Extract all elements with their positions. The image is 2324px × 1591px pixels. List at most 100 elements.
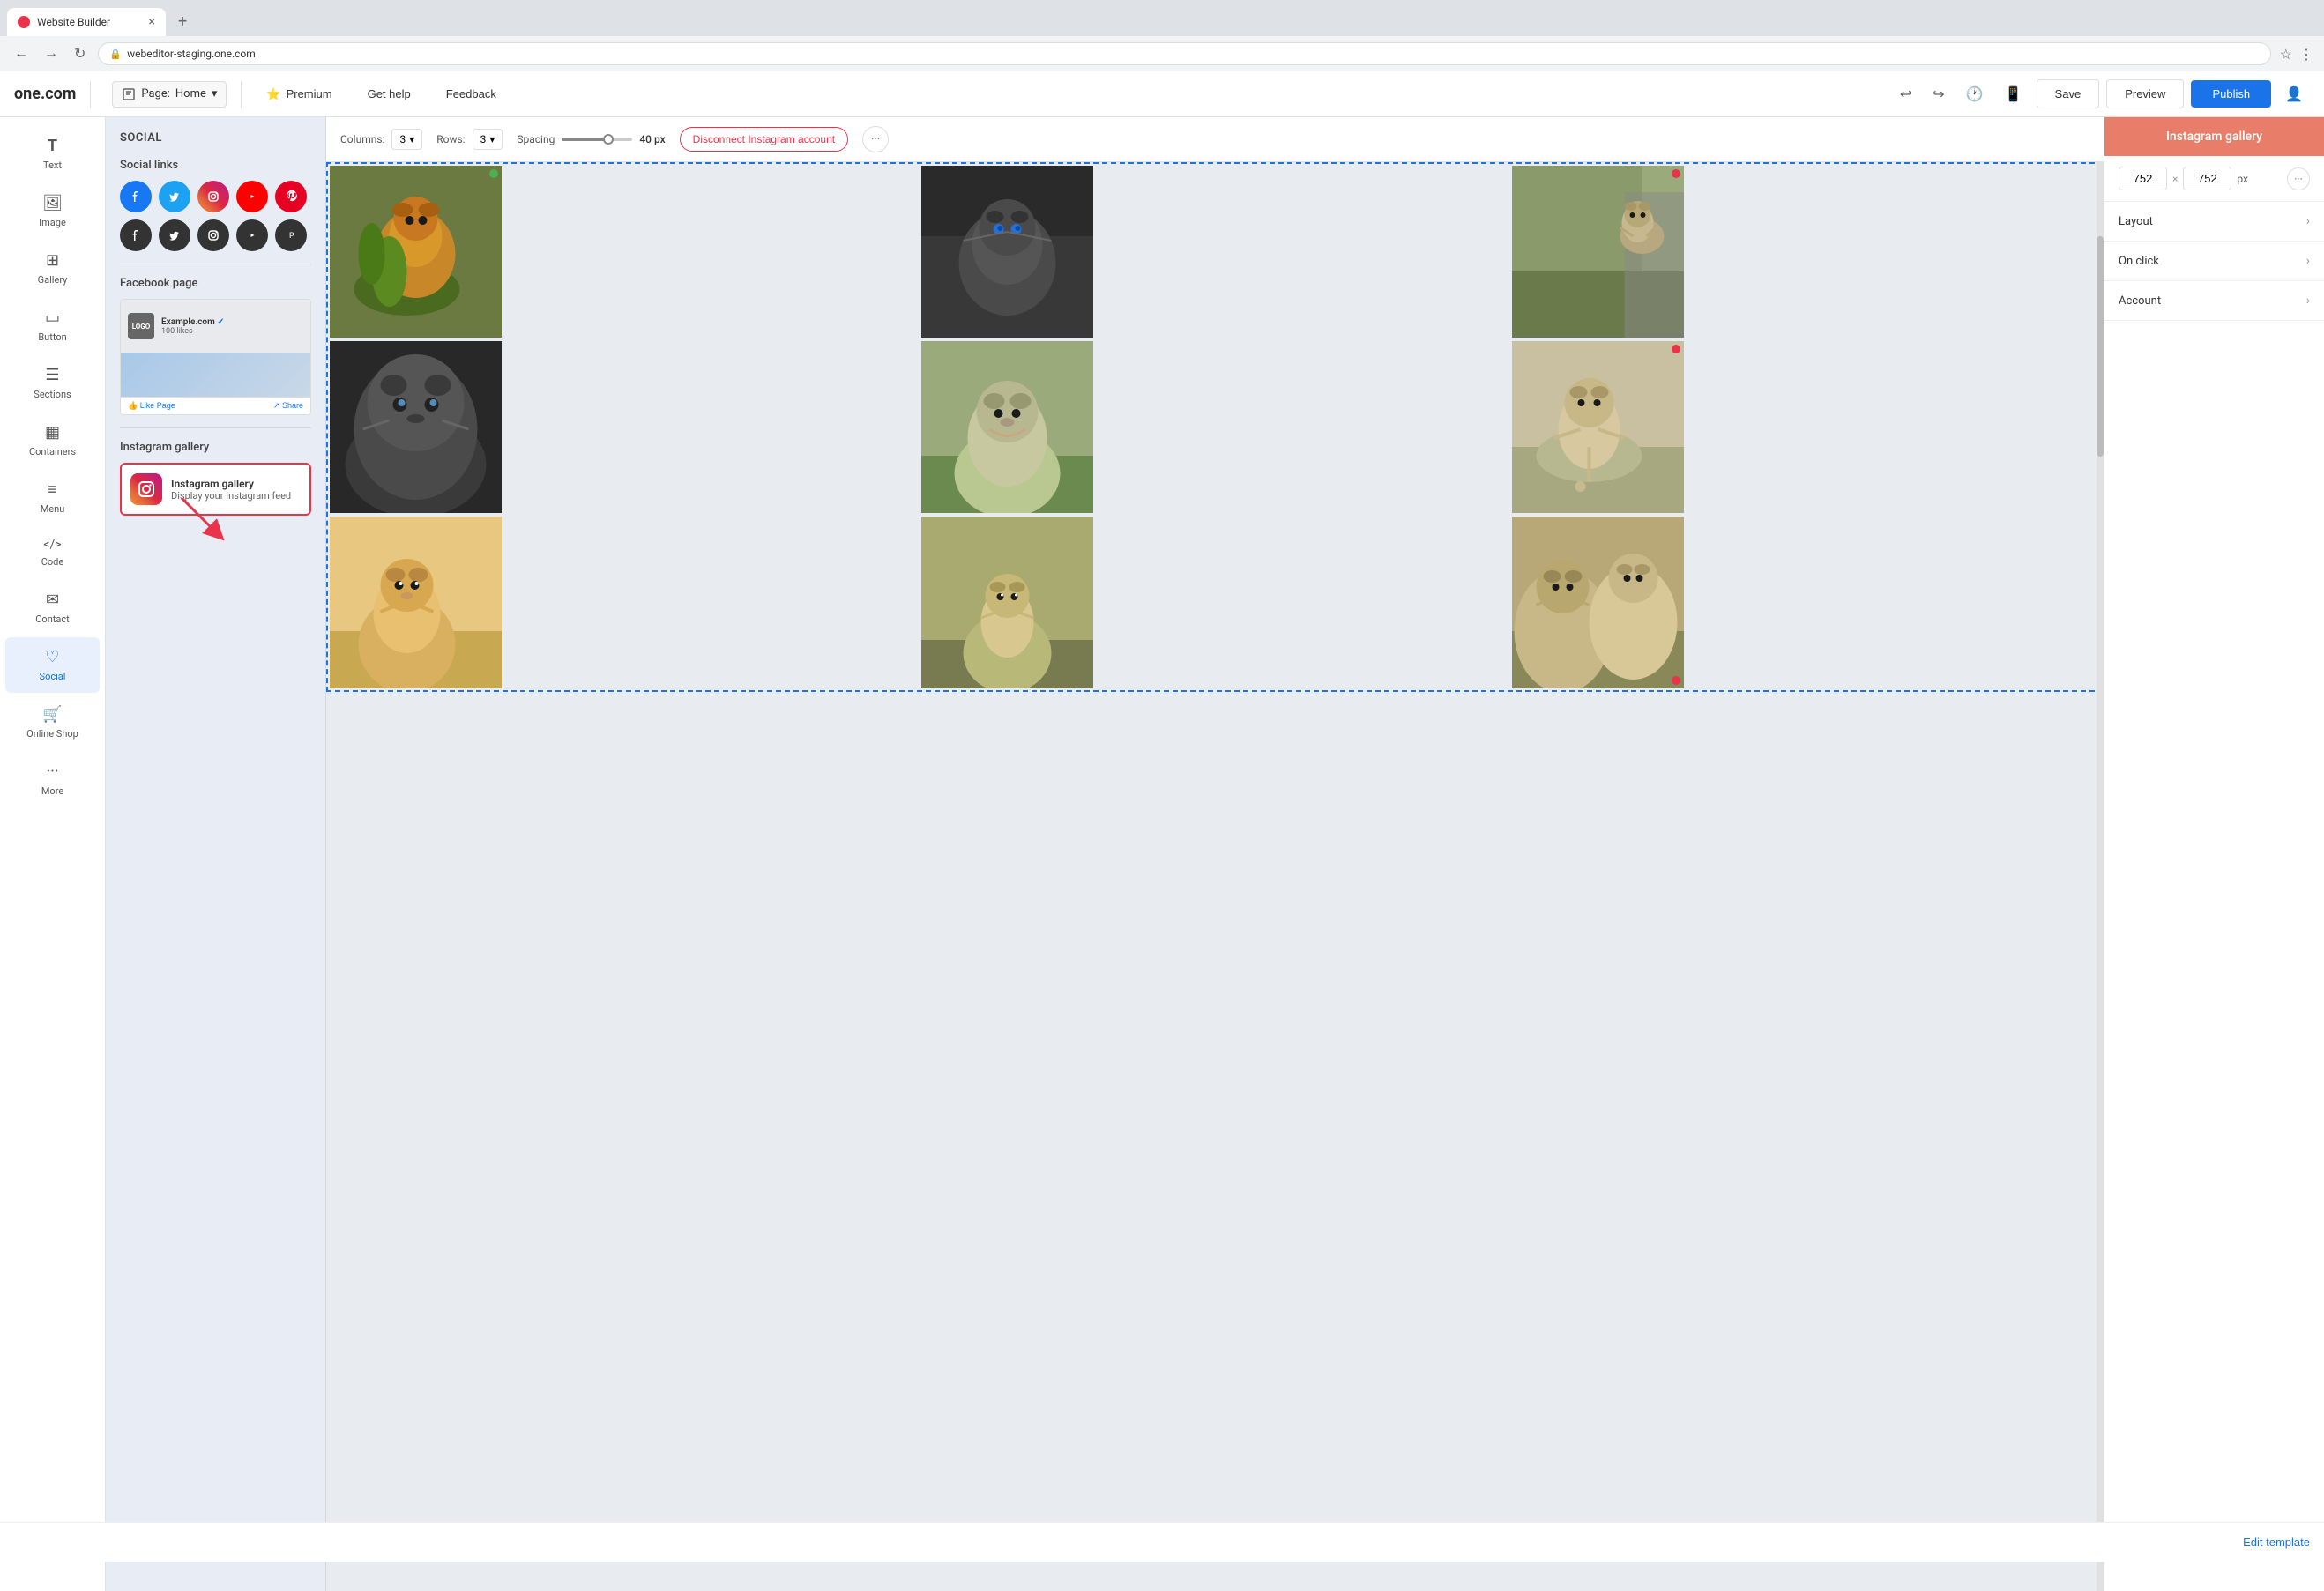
feedback-label: Feedback — [446, 87, 496, 100]
spacing-slider[interactable] — [562, 138, 632, 141]
browser-actions: ☆ ⋮ — [2280, 46, 2313, 63]
page-selector[interactable]: Page: Home ▾ — [112, 81, 227, 108]
fb-cover — [121, 353, 310, 397]
new-tab-btn[interactable]: + — [169, 7, 196, 36]
fb-like-btn[interactable]: 👍 Like Page — [128, 401, 175, 411]
spacing-value: 40 px — [639, 133, 665, 145]
layout-label: Layout — [2119, 215, 2306, 228]
save-btn[interactable]: Save — [2037, 79, 2100, 108]
photo-1-img — [330, 166, 502, 338]
profile-btn[interactable]: 👤 — [2278, 80, 2310, 108]
get-help-btn[interactable]: Get help — [357, 82, 421, 106]
sidebar-item-contact[interactable]: ✉ Contact — [5, 580, 100, 636]
columns-label: Columns: — [340, 133, 384, 145]
preview-btn[interactable]: Preview — [2106, 79, 2184, 108]
width-input[interactable] — [2119, 167, 2167, 190]
on-click-row[interactable]: On click › — [2104, 242, 2324, 281]
undo-btn[interactable]: ↩ — [1893, 80, 1918, 108]
bookmark-icon[interactable]: ☆ — [2280, 46, 2292, 63]
social-icons-colored — [120, 181, 311, 212]
photo-cell-3[interactable] — [1512, 166, 1684, 338]
social-panel-title: SOCIAL — [120, 131, 311, 145]
social-icons-black: P — [120, 219, 311, 251]
refresh-btn[interactable]: ↻ — [71, 41, 89, 66]
forward-btn[interactable]: → — [41, 42, 62, 65]
sidebar-item-social[interactable]: ♡ Social — [5, 637, 100, 693]
facebook-icon-colored[interactable] — [120, 181, 152, 212]
sidebar-item-menu[interactable]: ≡ Menu — [5, 470, 100, 525]
canvas-area: Columns: 3 ▾ Rows: 3 ▾ Spacing 40 px — [326, 117, 2104, 1591]
sections-icon: ☰ — [45, 366, 59, 384]
ig-gallery-title: Instagram gallery — [171, 478, 301, 490]
edit-template-footer: Edit template — [0, 1522, 2324, 1562]
premium-btn[interactable]: ⭐ Premium — [256, 82, 342, 107]
rows-select[interactable]: 3 ▾ — [473, 129, 503, 150]
pinterest-icon-black[interactable]: P — [275, 219, 307, 251]
photo-8-img — [921, 517, 1093, 688]
sidebar-item-code[interactable]: </> Code — [5, 527, 100, 578]
instagram-icon-colored[interactable] — [197, 181, 229, 212]
canvas-wrapper — [326, 162, 2104, 1591]
sidebar-item-text[interactable]: T Text — [5, 126, 100, 182]
mobile-preview-btn[interactable]: 📱 — [1998, 80, 2030, 108]
on-click-arrow-icon: › — [2306, 254, 2310, 268]
photo-cell-6[interactable] — [1512, 341, 1684, 513]
height-input[interactable] — [2183, 167, 2231, 190]
premium-star-icon: ⭐ — [266, 87, 280, 101]
pinterest-icon-colored[interactable] — [275, 181, 307, 212]
facebook-icon-black[interactable] — [120, 219, 152, 251]
instagram-icon-black[interactable] — [197, 219, 229, 251]
ig-gallery-item[interactable]: Instagram gallery Display your Instagram… — [120, 463, 311, 516]
sidebar-item-containers[interactable]: ▦ Containers — [5, 413, 100, 468]
redo-btn[interactable]: ↪ — [1925, 80, 1951, 108]
sidebar-contact-label: Contact — [35, 613, 69, 625]
fb-share-btn[interactable]: ↗ Share — [273, 401, 303, 411]
photo-cell-9[interactable] — [1512, 517, 1684, 688]
youtube-icon-black[interactable] — [236, 219, 268, 251]
dimension-options-btn[interactable]: ··· — [2287, 167, 2310, 190]
tab-close-btn[interactable]: × — [149, 15, 155, 29]
twitter-icon-colored[interactable] — [159, 181, 190, 212]
sidebar-item-button[interactable]: ▭ Button — [5, 298, 100, 353]
account-row[interactable]: Account › — [2104, 281, 2324, 321]
premium-label: Premium — [287, 87, 332, 100]
photo-grid — [330, 166, 2100, 688]
layout-row[interactable]: Layout › — [2104, 202, 2324, 242]
photo-cell-4[interactable] — [330, 341, 502, 513]
active-tab[interactable]: Website Builder × — [7, 8, 166, 36]
sidebar-item-sections[interactable]: ☰ Sections — [5, 355, 100, 411]
twitter-icon-black[interactable] — [159, 219, 190, 251]
photo-cell-2[interactable] — [921, 166, 1093, 338]
disconnect-btn[interactable]: Disconnect Instagram account — [680, 127, 848, 152]
sidebar-item-more[interactable]: ··· More — [5, 752, 100, 807]
photo-cell-8[interactable] — [921, 517, 1093, 688]
photo-cell-1[interactable] — [330, 166, 502, 338]
svg-text:P: P — [289, 232, 294, 241]
feedback-btn[interactable]: Feedback — [436, 82, 507, 106]
button-icon: ▭ — [45, 309, 60, 327]
sidebar-item-image[interactable]: 🖼 Image — [5, 183, 100, 239]
dimension-row: × px ··· — [2104, 156, 2324, 202]
url-bar[interactable]: 🔒 webeditor-staging.one.com — [98, 42, 2270, 65]
youtube-icon-colored[interactable] — [236, 181, 268, 212]
publish-btn[interactable]: Publish — [2191, 80, 2271, 108]
photo-cell-7[interactable] — [330, 517, 502, 688]
sidebar-gallery-label: Gallery — [38, 274, 68, 286]
left-sidebar: T Text 🖼 Image ⊞ Gallery ▭ Button ☰ Sect… — [0, 117, 106, 1591]
facebook-page-preview[interactable]: LOGO Example.com ✓ 100 likes 👍 Like Page… — [120, 299, 311, 415]
edit-template-btn[interactable]: Edit template — [2243, 1535, 2310, 1549]
photo-cell-5[interactable] — [921, 341, 1093, 513]
sidebar-item-online-shop[interactable]: 🛒 Online Shop — [5, 695, 100, 750]
sidebar-item-gallery[interactable]: ⊞ Gallery — [5, 241, 100, 296]
history-btn[interactable]: 🕐 — [1959, 80, 1991, 108]
back-btn[interactable]: ← — [11, 42, 32, 65]
menu-icon[interactable]: ⋮ — [2299, 46, 2313, 63]
fb-verified: ✓ — [217, 317, 224, 327]
sidebar-more-label: More — [41, 785, 63, 797]
sidebar-image-label: Image — [39, 217, 66, 228]
more-options-btn[interactable]: ··· — [862, 126, 889, 152]
photo-9-img — [1512, 517, 1684, 688]
fb-preview-top: LOGO Example.com ✓ 100 likes — [121, 300, 310, 353]
right-panel-header: Instagram gallery — [2104, 117, 2324, 156]
columns-select[interactable]: 3 ▾ — [391, 129, 422, 150]
